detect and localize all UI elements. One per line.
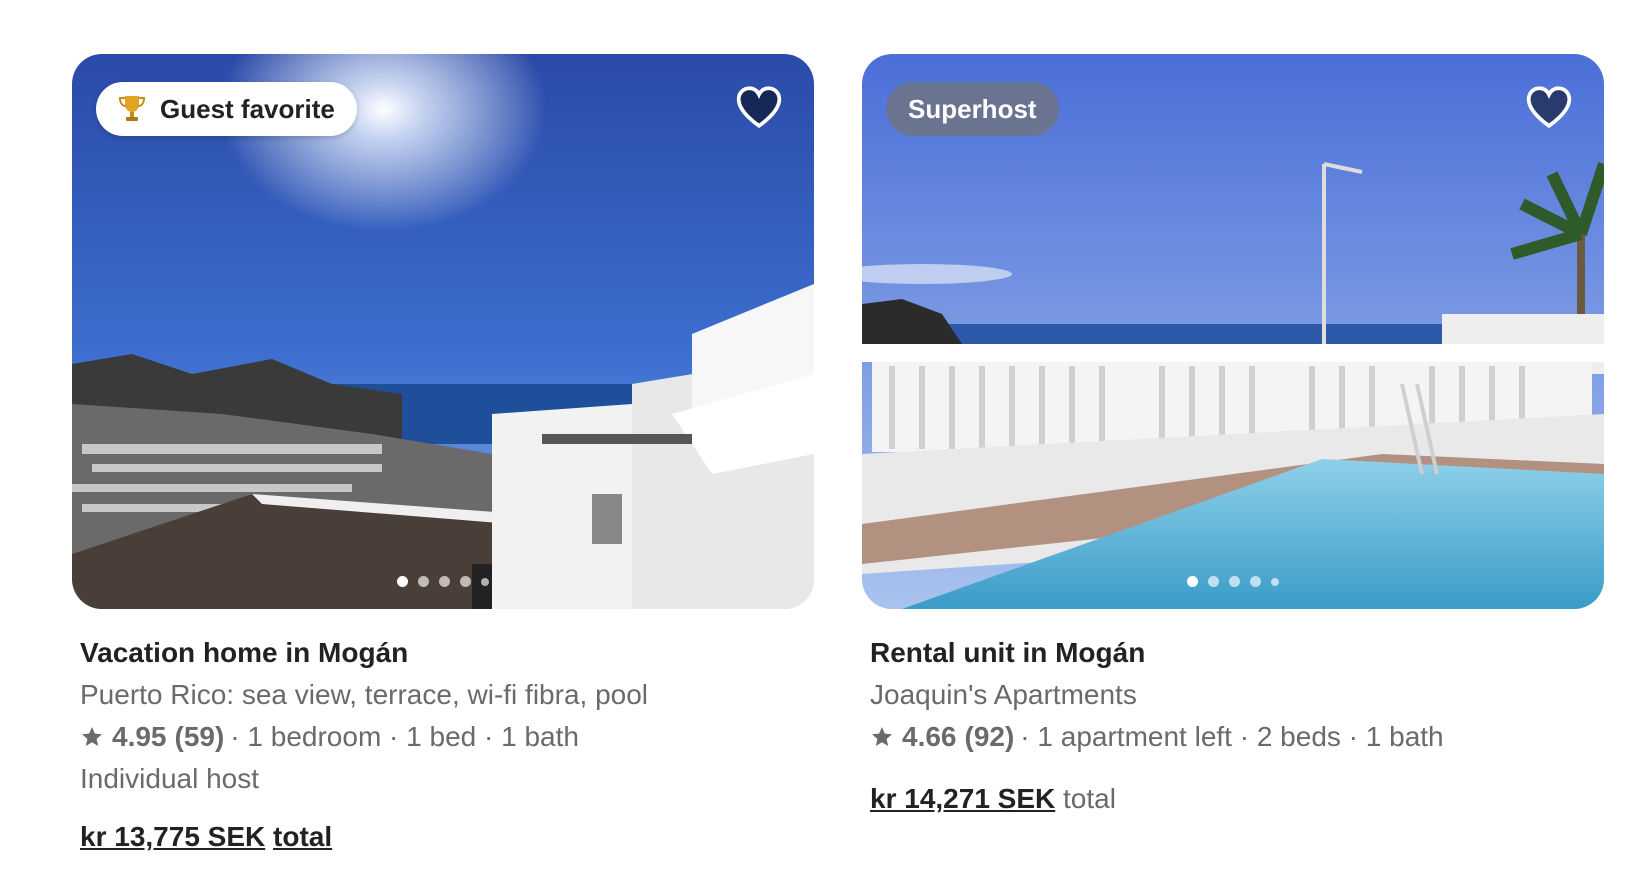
listing-photo[interactable]: Superhost xyxy=(862,54,1604,609)
listing-card[interactable]: Superhost Rental unit in Mogán Joaquin's… xyxy=(862,54,1604,815)
listing-details: · 1 bedroom · 1 bed · 1 bath xyxy=(230,721,579,752)
listing-photo-image xyxy=(862,54,1604,609)
listing-price[interactable]: kr 13,775 SEK total xyxy=(80,821,806,853)
carousel-dot[interactable] xyxy=(1271,577,1279,586)
carousel-dot[interactable] xyxy=(418,576,429,587)
price-amount[interactable]: kr 14,271 SEK xyxy=(870,783,1055,814)
carousel-dot[interactable] xyxy=(397,576,408,587)
rating-value: 4.66 xyxy=(902,721,957,752)
wishlist-heart-icon[interactable] xyxy=(734,82,784,132)
price-amount[interactable]: kr 13,775 SEK xyxy=(80,821,265,852)
listing-price[interactable]: kr 14,271 SEK total xyxy=(870,783,1596,815)
star-icon xyxy=(872,727,892,746)
photo-carousel-dots xyxy=(1187,576,1279,587)
guest-favorite-badge: Guest favorite xyxy=(96,82,357,136)
carousel-dot[interactable] xyxy=(481,577,489,586)
listing-info: Rental unit in Mogán Joaquin's Apartment… xyxy=(862,637,1604,815)
badge-label: Guest favorite xyxy=(160,93,335,124)
carousel-dot[interactable] xyxy=(1208,576,1219,587)
wishlist-heart-icon[interactable] xyxy=(1524,82,1574,132)
listing-rating-line: 4.66 (92) · 1 apartment left · 2 beds · … xyxy=(870,721,1596,753)
listing-photo-image xyxy=(72,54,814,609)
listing-subtitle: Puerto Rico: sea view, terrace, wi-fi fi… xyxy=(80,679,649,710)
listing-info: Vacation home in Mogán Puerto Rico: sea … xyxy=(72,637,814,853)
rating-value: 4.95 xyxy=(112,721,167,752)
carousel-dot[interactable] xyxy=(460,576,471,587)
listing-title[interactable]: Vacation home in Mogán xyxy=(80,637,806,669)
carousel-dot[interactable] xyxy=(1250,576,1261,587)
review-count: (92) xyxy=(964,721,1015,752)
badge-label: Superhost xyxy=(908,93,1037,124)
photo-carousel-dots xyxy=(397,576,489,587)
host-type: Individual host xyxy=(80,763,260,794)
price-suffix[interactable]: total xyxy=(273,821,332,852)
carousel-dot[interactable] xyxy=(1187,576,1198,587)
price-suffix: total xyxy=(1063,783,1116,814)
carousel-dot[interactable] xyxy=(439,576,450,587)
review-count: (59) xyxy=(174,721,225,752)
superhost-badge: Superhost xyxy=(886,82,1059,136)
listing-subtitle: Joaquin's Apartments xyxy=(870,679,1137,710)
listing-card[interactable]: Guest favorite Vacation home in Mogán Pu… xyxy=(72,54,814,853)
listing-photo[interactable]: Guest favorite xyxy=(72,54,814,609)
listing-title[interactable]: Rental unit in Mogán xyxy=(870,637,1596,669)
trophy-icon xyxy=(118,94,146,124)
listing-rating-line: 4.95 (59) · 1 bedroom · 1 bed · 1 bath xyxy=(80,721,806,753)
star-icon xyxy=(82,727,102,746)
listing-details: · 1 apartment left · 2 beds · 1 bath xyxy=(1020,721,1444,752)
carousel-dot[interactable] xyxy=(1229,576,1240,587)
